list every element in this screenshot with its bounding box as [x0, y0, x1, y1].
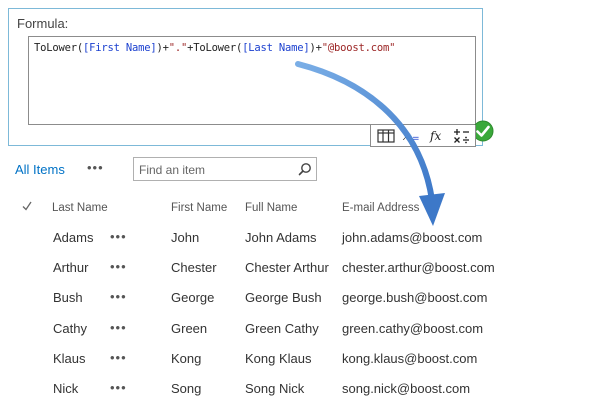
- cell-first-name: Chester: [171, 260, 217, 275]
- variable-icon[interactable]: x =: [402, 127, 422, 144]
- columns-icon[interactable]: [376, 127, 396, 144]
- operators-icon[interactable]: [452, 127, 472, 144]
- column-header-email[interactable]: E-mail Address: [342, 202, 419, 214]
- cell-last-name: Adams: [53, 230, 94, 245]
- formula-token: ".": [168, 42, 188, 54]
- row-more-button[interactable]: •••: [110, 289, 127, 304]
- formula-input[interactable]: ToLower([First Name])+"."+ToLower([Last …: [28, 36, 494, 142]
- cell-last-name: Nick: [53, 381, 79, 396]
- search-input[interactable]: Find an item: [133, 157, 317, 181]
- cell-email: john.adams@boost.com: [342, 230, 483, 245]
- cell-email: song.nick@boost.com: [342, 381, 471, 396]
- cell-email: green.cathy@boost.com: [342, 321, 484, 336]
- table-row[interactable]: Adams ••• John John Adams john.adams@boo…: [0, 229, 593, 260]
- cell-last-name: Arthur: [53, 260, 89, 275]
- cell-first-name: Green: [171, 321, 208, 336]
- row-more-button[interactable]: •••: [110, 320, 127, 335]
- formula-token: )+: [156, 42, 169, 54]
- row-more-button[interactable]: •••: [110, 229, 127, 244]
- cell-email: kong.klaus@boost.com: [342, 351, 478, 366]
- formula-text: ToLower([First Name])+"."+ToLower([Last …: [34, 42, 395, 54]
- formula-panel: Formula: ToLower([First Name])+"."+ToLow…: [8, 8, 494, 147]
- cell-last-name: Klaus: [53, 351, 86, 366]
- formula-token: [Last Name]: [242, 42, 310, 54]
- formula-toolbar: x = fx: [370, 125, 476, 147]
- select-all-checkmark-icon[interactable]: [22, 200, 32, 212]
- formula-token: ToLower(: [34, 42, 83, 54]
- svg-text:=: =: [412, 134, 420, 144]
- cell-last-name: Cathy: [53, 321, 87, 336]
- cell-email: chester.arthur@boost.com: [342, 260, 495, 275]
- formula-token: )+: [309, 42, 322, 54]
- view-tab-all-items[interactable]: All Items: [15, 162, 65, 177]
- table-row[interactable]: Arthur ••• Chester Chester Arthur cheste…: [0, 259, 593, 290]
- cell-full-name: Song Nick: [245, 381, 305, 396]
- svg-text:fx: fx: [429, 129, 441, 143]
- cell-first-name: Kong: [171, 351, 202, 366]
- cell-email: george.bush@boost.com: [342, 290, 488, 305]
- cell-full-name: Kong Klaus: [245, 351, 312, 366]
- table-row[interactable]: Cathy ••• Green Green Cathy green.cathy@…: [0, 320, 593, 351]
- column-header-last-name[interactable]: Last Name: [52, 202, 108, 214]
- search-icon[interactable]: [298, 162, 312, 176]
- row-more-button[interactable]: •••: [110, 380, 127, 395]
- view-more-button[interactable]: •••: [87, 160, 104, 175]
- cell-last-name: Bush: [53, 290, 83, 305]
- formula-label: Formula:: [17, 16, 69, 31]
- cell-first-name: John: [171, 230, 200, 245]
- cell-full-name: John Adams: [245, 230, 317, 245]
- function-icon[interactable]: fx: [428, 127, 448, 144]
- formula-token: [First Name]: [82, 42, 157, 54]
- formula-token: +ToLower(: [187, 42, 243, 54]
- row-more-button[interactable]: •••: [110, 259, 127, 274]
- table-row[interactable]: Bush ••• George George Bush george.bush@…: [0, 289, 593, 320]
- search-placeholder: Find an item: [139, 163, 206, 177]
- table-row[interactable]: Klaus ••• Kong Kong Klaus kong.klaus@boo…: [0, 350, 593, 381]
- cell-full-name: Chester Arthur: [245, 260, 329, 275]
- row-more-button[interactable]: •••: [110, 350, 127, 365]
- svg-text:x: x: [402, 129, 411, 143]
- formula-token: "@boost.com": [321, 42, 396, 54]
- cell-first-name: George: [171, 290, 215, 305]
- column-header-first-name[interactable]: First Name: [171, 202, 227, 214]
- cell-full-name: Green Cathy: [245, 321, 319, 336]
- cell-first-name: Song: [171, 381, 202, 396]
- column-header-full-name[interactable]: Full Name: [245, 202, 297, 214]
- cell-full-name: George Bush: [245, 290, 322, 305]
